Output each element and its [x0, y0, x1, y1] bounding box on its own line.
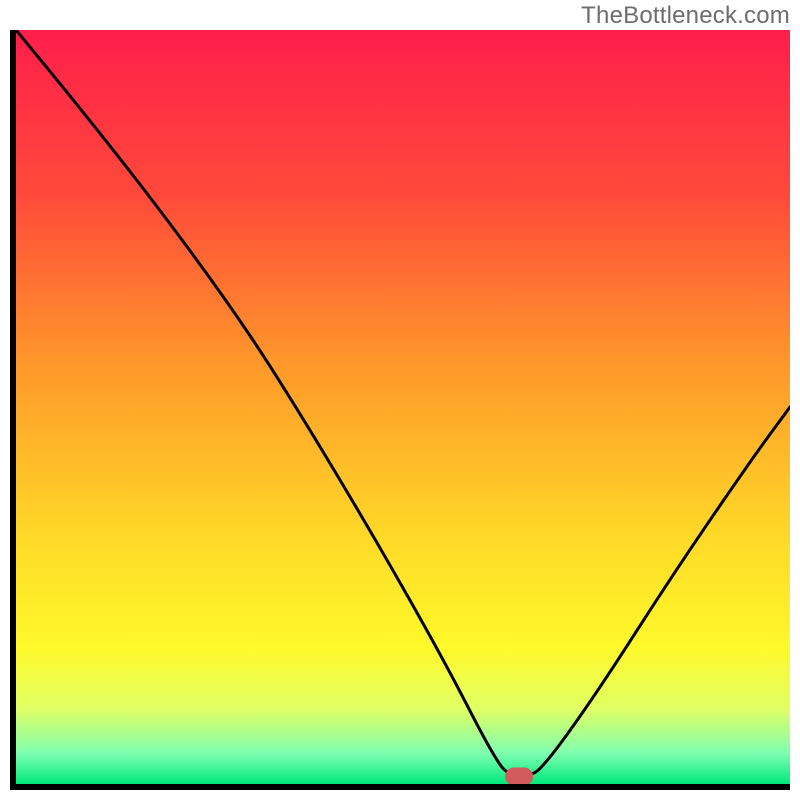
attribution-watermark: TheBottleneck.com	[581, 2, 790, 30]
plot-area	[10, 30, 790, 790]
heat-gradient-background	[10, 30, 790, 784]
chart-frame: TheBottleneck.com	[0, 0, 800, 800]
bottleneck-chart	[10, 30, 790, 790]
optimal-point-marker	[505, 767, 533, 785]
